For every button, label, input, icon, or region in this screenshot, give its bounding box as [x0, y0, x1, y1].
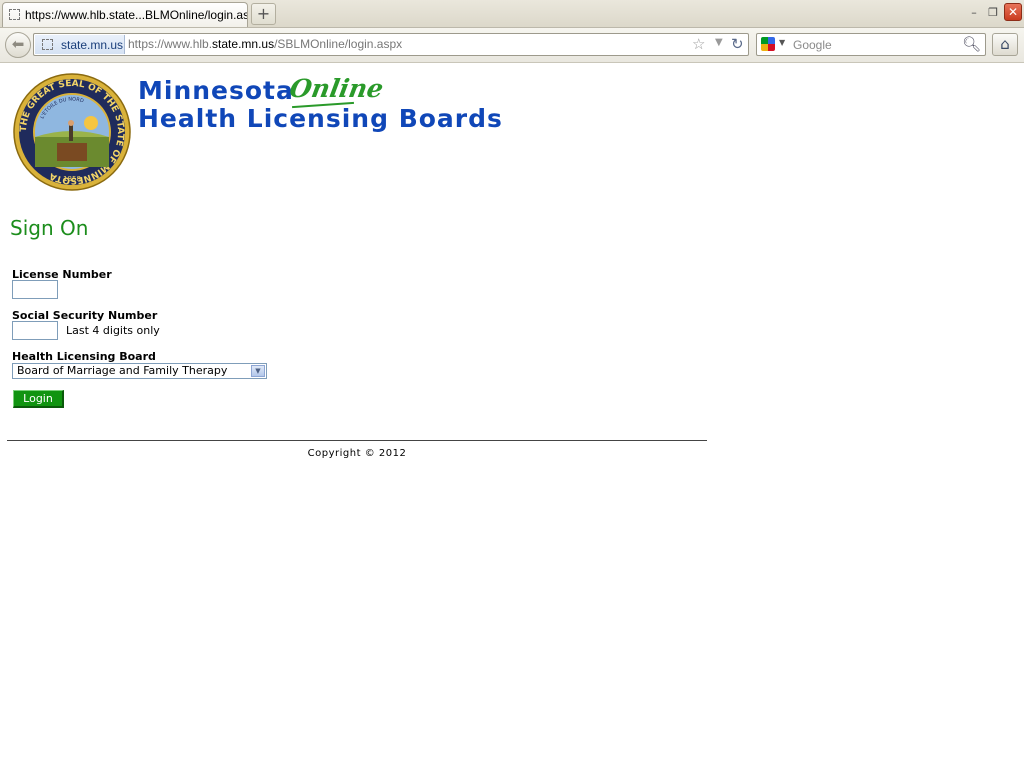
brand-title-minnesota: Minnesota [138, 76, 294, 105]
url-prefix: https://www.hlb. [128, 37, 213, 51]
minimize-window-button[interactable]: – [966, 5, 982, 21]
close-window-button[interactable]: ✕ [1004, 3, 1022, 21]
url-text[interactable]: https://www.hlb.state.mn.us/SBLMOnline/l… [128, 37, 402, 51]
back-button[interactable]: ⬅ [5, 32, 31, 58]
new-tab-button[interactable]: + [251, 3, 276, 25]
navigation-toolbar: ⬅ state.mn.us https://www.hlb.state.mn.u… [0, 28, 1024, 63]
board-select[interactable]: Board of Marriage and Family Therapy ▼ [12, 363, 267, 379]
page-title: Sign On [10, 216, 89, 240]
home-icon: ⌂ [1000, 35, 1010, 53]
magnifier-icon[interactable]: 🔍︎ [962, 35, 981, 53]
state-seal-logo: THE GREAT SEAL OF THE STATE OF MINNESOTA… [13, 73, 131, 191]
site-identity-icon [42, 39, 53, 50]
seal-year: 1858 [63, 175, 81, 183]
url-path: /SBLMOnline/login.aspx [274, 37, 403, 51]
chevron-down-icon[interactable]: ▼ [251, 365, 265, 377]
tab-strip: https://www.hlb.state...BLMOnline/login.… [0, 0, 1024, 28]
home-button[interactable]: ⌂ [992, 33, 1018, 56]
search-input[interactable]: Google [793, 38, 832, 52]
board-label: Health Licensing Board [12, 350, 156, 363]
restore-window-button[interactable]: ❐ [985, 5, 1001, 21]
copyright-text: Copyright © 2012 [307, 448, 407, 459]
browser-tab[interactable]: https://www.hlb.state...BLMOnline/login.… [2, 2, 248, 27]
reload-icon[interactable]: ↻ [731, 35, 744, 53]
url-host: state.mn.us [212, 37, 275, 51]
page-favicon-icon [9, 9, 20, 20]
search-bar[interactable]: ▼ Google 🔍︎ [756, 33, 986, 56]
board-selected-value: Board of Marriage and Family Therapy [17, 364, 228, 377]
address-bar[interactable]: state.mn.us https://www.hlb.state.mn.us/… [33, 33, 749, 56]
site-identity-label: state.mn.us [61, 38, 124, 52]
star-icon[interactable]: ☆ [692, 35, 705, 53]
google-engine-icon[interactable] [761, 37, 775, 51]
footer-divider [7, 440, 707, 441]
ssn-input[interactable] [12, 321, 58, 340]
brand-title-health-licensing-boards: Health Licensing Boards [138, 104, 503, 133]
tab-title: https://www.hlb.state...BLMOnline/login.… [25, 8, 247, 22]
back-arrow-icon: ⬅ [11, 35, 25, 53]
site-identity-button[interactable]: state.mn.us [35, 35, 125, 54]
brand-online-script: Online [287, 74, 386, 103]
history-dropdown-icon[interactable]: ▼ [715, 37, 723, 48]
license-number-input[interactable] [12, 280, 58, 299]
ssn-hint: Last 4 digits only [66, 324, 160, 337]
engine-dropdown-icon[interactable]: ▼ [779, 38, 785, 47]
login-button[interactable]: Login [13, 390, 64, 408]
